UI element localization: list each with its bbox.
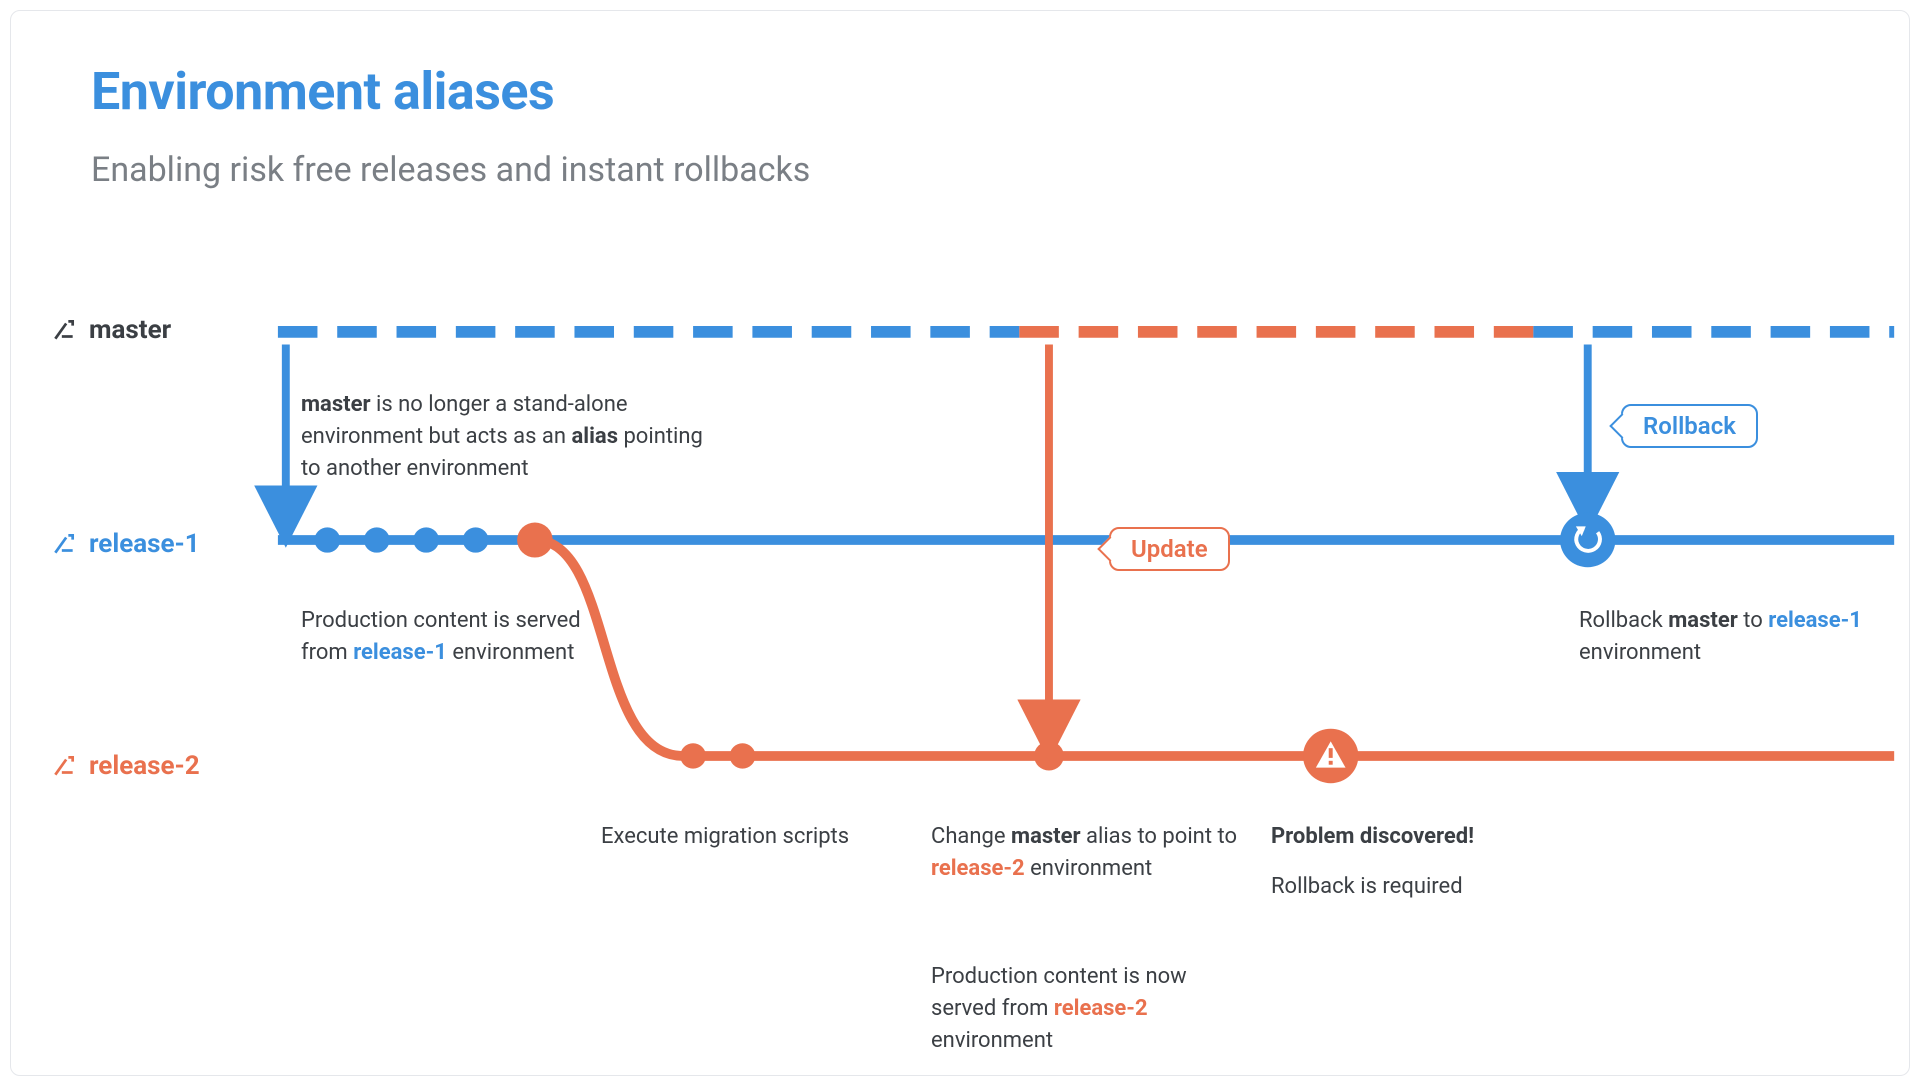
page-subtitle: Enabling risk free releases and instant … [91, 150, 1909, 190]
diagram: master release-1 release-2 Update Rollba… [11, 291, 1909, 1075]
page-title: Environment aliases [91, 61, 1909, 122]
note-production-release-1: Production content is served from releas… [301, 605, 621, 669]
note-execute-migration: Execute migration scripts [601, 821, 849, 853]
lane-label-master: master [51, 315, 171, 345]
lane-release-2-text: release-2 [89, 751, 200, 781]
note-problem-body: Rollback is required [1271, 871, 1463, 903]
callout-update: Update [1109, 527, 1230, 571]
lane-label-release-2: release-2 [51, 751, 200, 781]
callout-update-text: Update [1131, 535, 1208, 563]
note-change-alias: Change master alias to point to release-… [931, 821, 1241, 885]
branch-icon [51, 753, 77, 779]
note-rollback-description: Rollback master to release-1 environment [1579, 605, 1909, 669]
note-problem-heading: Problem discovered! [1271, 821, 1474, 853]
callout-rollback-text: Rollback [1643, 412, 1736, 440]
lane-label-release-1: release-1 [51, 529, 200, 559]
note-master-description: master is no longer a stand-alone enviro… [301, 389, 721, 485]
note-production-release-2: Production content is now served from re… [931, 961, 1241, 1057]
callout-rollback: Rollback [1621, 404, 1758, 448]
diagram-frame: Environment aliases Enabling risk free r… [10, 10, 1910, 1076]
branch-icon [51, 531, 77, 557]
lane-release-1-text: release-1 [89, 529, 200, 559]
branch-icon [51, 317, 77, 343]
lane-master-text: master [89, 315, 171, 345]
